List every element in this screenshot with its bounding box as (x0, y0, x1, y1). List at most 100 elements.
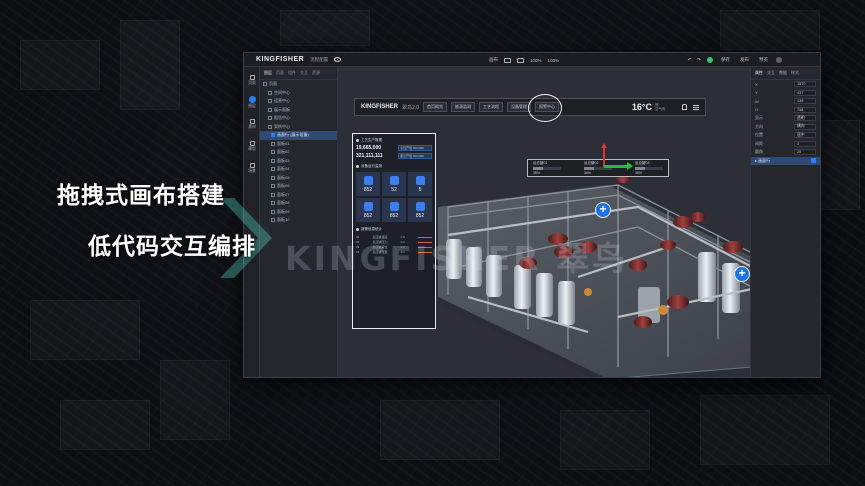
preview-button[interactable]: 预览 (757, 57, 770, 63)
tree-row[interactable]: 空间中心 (260, 89, 337, 98)
tab-interaction[interactable]: 交互 (300, 70, 308, 76)
canvas-label[interactable]: 画布 (489, 57, 498, 63)
redo-icon[interactable]: ↷ (697, 57, 701, 63)
bell-icon[interactable] (682, 104, 687, 110)
kpi-tag: 今日产量 000,000 (398, 145, 432, 151)
tab-components[interactable]: 组件 (288, 70, 296, 76)
tree-checkbox-icon[interactable] (268, 90, 272, 95)
tab-data[interactable]: 数据 (779, 70, 787, 76)
tree-row[interactable]: 面板05 (260, 174, 337, 183)
tab-properties[interactable]: 属性 (755, 70, 763, 76)
tank-gauge-widget[interactable]: 反应罐01 36% 反应罐02 36% 反应罐03 36% (527, 159, 669, 177)
tree-checkbox-icon[interactable] (271, 141, 275, 146)
tree-row-label: 展示面板 (274, 106, 290, 112)
metric-tile[interactable]: 852 (356, 198, 380, 222)
tree-checkbox-icon[interactable] (271, 175, 275, 180)
tree-row[interactable]: 展示面板 (260, 106, 337, 115)
editor-window: KINGFISHER 流程配置 画布 100% 100% ↶ ↷ 保存 发布 预… (243, 52, 821, 378)
tab-layers[interactable]: 图层 (264, 70, 272, 76)
design-canvas[interactable]: KINGFISHER 翠鸟2.0 首页概览 能源监测 工艺流程 设备管理 报警中… (338, 67, 752, 377)
preview-tab-energy[interactable]: 能源监测 (450, 102, 475, 112)
model-icon (249, 140, 255, 146)
metric-tile[interactable]: 5 (408, 172, 432, 196)
tree-row[interactable]: 面板03 (260, 157, 337, 166)
tree-row[interactable]: 运营中心 (260, 97, 337, 106)
tree-checkbox-icon[interactable] (268, 116, 272, 121)
monitor-icon[interactable] (504, 57, 511, 63)
avatar[interactable] (776, 57, 782, 63)
visibility-toggle[interactable] (811, 158, 816, 164)
tree-row[interactable]: 面板02 (260, 148, 337, 157)
prop-input[interactable]: 1570 (794, 81, 816, 88)
style-select[interactable]: 25 (794, 149, 816, 156)
tree-row[interactable]: 页面 (260, 80, 337, 89)
tree-row[interactable]: 画面行 (展示设备) (260, 131, 337, 140)
asset-icon (249, 118, 255, 124)
tree-row[interactable]: 面板06 (260, 182, 337, 191)
add-hotspot-button[interactable]: + (734, 266, 750, 282)
tree-checkbox-icon[interactable] (271, 184, 275, 189)
metric-tile[interactable]: 52 (382, 172, 406, 196)
tab-resources[interactable]: 资源 (312, 70, 320, 76)
tree-checkbox-icon[interactable] (271, 158, 275, 163)
tree-row-label: 面板03 (277, 157, 290, 163)
prop-input[interactable]: 437 (794, 89, 816, 96)
tree-checkbox-icon[interactable] (268, 107, 272, 112)
tree-row[interactable]: 面板01 (260, 140, 337, 149)
style-label: 位置 (755, 132, 763, 138)
undo-icon[interactable]: ↶ (687, 57, 691, 63)
tree-checkbox-icon[interactable] (271, 167, 275, 172)
style-label: 方向 (755, 123, 763, 129)
dashboard-header: 工艺生产数据 (356, 137, 432, 143)
tab-pages[interactable]: 页面 (276, 70, 284, 76)
add-hotspot-button[interactable]: + (595, 202, 611, 218)
rail-item-scene[interactable]: 场景 (244, 159, 260, 177)
save-button[interactable]: 保存 (719, 57, 732, 63)
style-select[interactable]: 横向 (794, 123, 816, 130)
grid-icon[interactable] (517, 57, 524, 63)
rail-item-pages[interactable]: 页面 (244, 71, 260, 89)
tab-style[interactable]: 样式 (791, 70, 799, 76)
tile-value: 5 (418, 186, 422, 193)
prop-row: X 1570 (751, 80, 820, 89)
tree-checkbox-icon[interactable] (271, 133, 275, 138)
move-gizmo-y-axis[interactable] (601, 143, 607, 167)
tree-row-label: 报告中心 (274, 115, 290, 121)
tree-checkbox-icon[interactable] (271, 150, 275, 155)
style-select[interactable]: 3 (794, 140, 816, 147)
tree-row-label: 画面行 (展示设备) (277, 132, 309, 138)
preview-eye-icon[interactable] (334, 57, 342, 62)
metric-tile[interactable]: 852 (408, 198, 432, 222)
metric-tile[interactable]: 852 (382, 198, 406, 222)
preview-tab-overview[interactable]: 首页概览 (422, 102, 447, 112)
tree-checkbox-icon[interactable] (271, 192, 275, 197)
tree-checkbox-icon[interactable] (268, 99, 272, 104)
style-select[interactable]: 透明 (794, 115, 816, 122)
online-status-icon (707, 57, 713, 63)
rail-item-assets[interactable]: 素材 (244, 115, 260, 133)
tab-interaction[interactable]: 交互 (767, 70, 775, 76)
preview-tab-process[interactable]: 工艺流程 (478, 102, 503, 112)
prop-input[interactable]: 139 (794, 98, 816, 105)
prop-input[interactable]: 758 (794, 106, 816, 113)
tree-checkbox-icon[interactable] (263, 82, 267, 87)
zoom-level-2[interactable]: 100% (548, 58, 560, 63)
move-gizmo-x-axis[interactable] (604, 162, 633, 170)
gauge-value: 36% (584, 171, 592, 175)
dashboard-panel[interactable]: 工艺生产数据 19,665,000 今日产量 000,000 321,111,1… (352, 133, 436, 329)
rail-item-models[interactable]: 模型 (244, 137, 260, 155)
tree-row[interactable]: 报告中心 (260, 114, 337, 123)
menu-icon[interactable] (693, 104, 699, 110)
project-name[interactable]: 流程配置 (310, 57, 328, 63)
tree-checkbox-icon[interactable] (268, 124, 272, 129)
tree-row[interactable]: 面板04 (260, 165, 337, 174)
kpi-row: 321,111,111 累计产量 000,000 (356, 153, 432, 159)
publish-button[interactable]: 发布 (738, 57, 751, 63)
zoom-level[interactable]: 100% (530, 58, 542, 63)
style-select[interactable]: 居中 (794, 132, 816, 139)
metric-tile[interactable]: 852 (356, 172, 380, 196)
rail-item-layers[interactable]: 图层 (244, 93, 260, 111)
selected-layer-row[interactable]: ▸ 画面行 (751, 156, 820, 165)
tree-row[interactable]: 案例中心 (260, 123, 337, 132)
scene-icon (249, 162, 255, 168)
